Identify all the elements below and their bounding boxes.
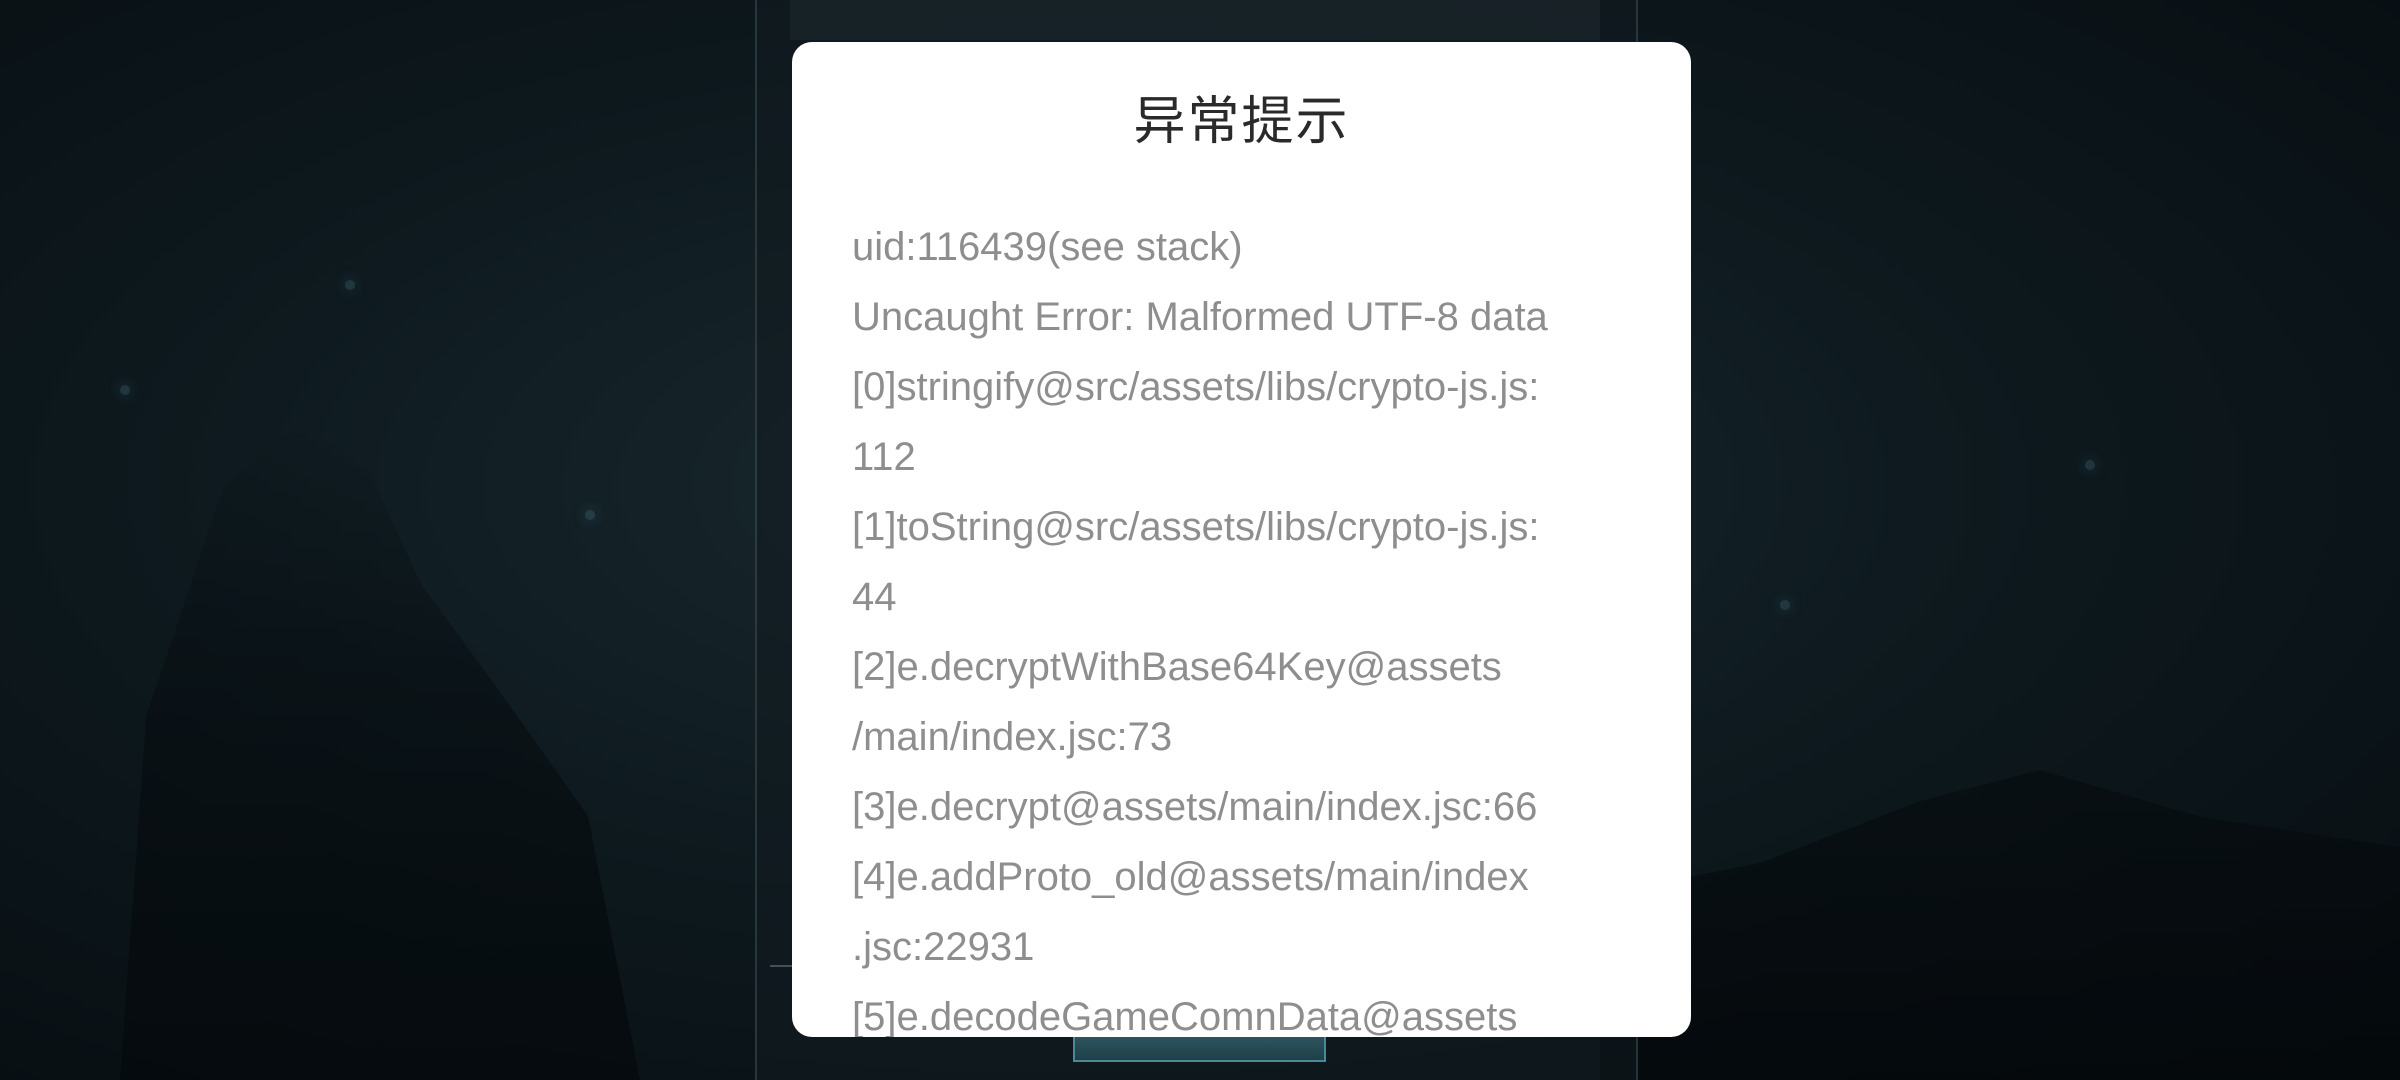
stack-frame-line: [4]e.addProto_old@assets/main/index [852,855,1529,899]
background-particle [2085,460,2095,470]
stack-frame-line: [3]e.decrypt@assets/main/index.jsc:66 [852,785,1538,829]
background-particle [120,385,130,395]
stack-frame-line: [5]e.decodeGameComnData@assets [852,995,1518,1037]
game-panel-divider [770,965,792,967]
stack-frame-line: .jsc:22931 [852,925,1035,969]
error-uid-line: uid:116439(see stack) [852,225,1243,269]
error-message-line: Uncaught Error: Malformed UTF-8 data [852,295,1548,339]
background-roof-silhouette [1600,770,2400,1080]
stack-frame-line: [0]stringify@src/assets/libs/crypto-js.j… [852,365,1540,409]
stack-frame-line: 44 [852,575,897,619]
dialog-title: 异常提示 [1133,92,1350,152]
background-particle [345,280,355,290]
stack-frame-line: 112 [852,435,916,479]
stack-frame-line: [1]toString@src/assets/libs/crypto-js.js… [852,505,1540,549]
background-particle [1780,600,1790,610]
error-dialog: 异常提示 uid:116439(see stack) Uncaught Erro… [792,42,1691,1037]
game-panel-header [790,0,1600,40]
stack-frame-line: [2]e.decryptWithBase64Key@assets [852,645,1502,689]
background-building-silhouette [120,420,640,1080]
game-screen: 异常提示 uid:116439(see stack) Uncaught Erro… [0,0,2400,1080]
stack-frame-line: /main/index.jsc:73 [852,715,1173,759]
background-particle [585,510,595,520]
error-message-body[interactable]: uid:116439(see stack) Uncaught Error: Ma… [852,212,1642,1037]
